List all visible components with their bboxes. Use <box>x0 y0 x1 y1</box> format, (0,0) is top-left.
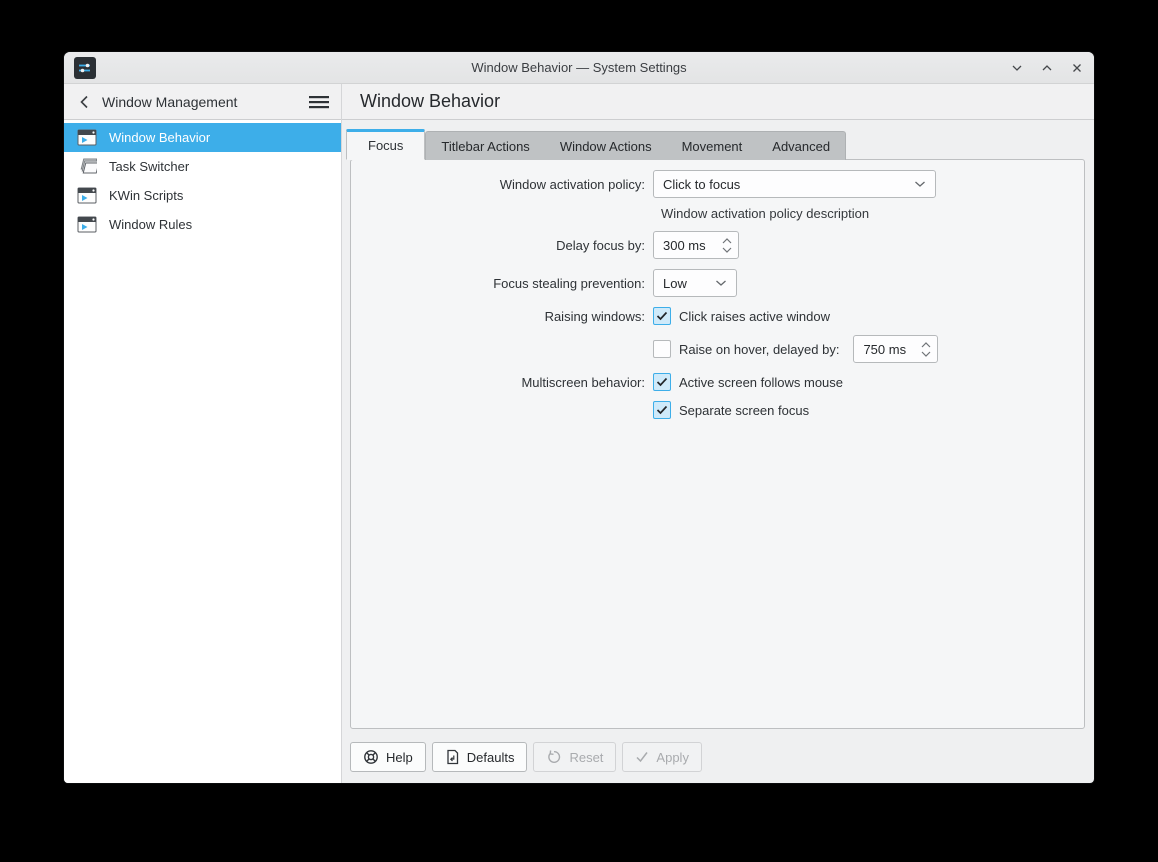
raise-on-hover-row: Raise on hover, delayed by: 750 ms <box>351 335 1084 363</box>
delay-focus-row: Delay focus by: 300 ms <box>351 231 1084 259</box>
tab-movement[interactable]: Movement <box>667 132 758 160</box>
window-rules-icon <box>77 216 97 233</box>
titlebar[interactable]: Window Behavior — System Settings <box>64 52 1094 84</box>
click-raises-label[interactable]: Click raises active window <box>679 309 830 324</box>
apply-icon <box>636 752 649 763</box>
spin-up-icon[interactable] <box>722 237 732 244</box>
sidebar-item-window-behavior[interactable]: Window Behavior <box>64 123 341 152</box>
focus-stealing-value: Low <box>663 275 687 291</box>
kwin-scripts-icon <box>77 187 97 204</box>
page-header: Window Behavior <box>342 84 1094 120</box>
sidebar-item-task-switcher[interactable]: Task Switcher <box>64 152 341 181</box>
raise-on-hover-checkbox[interactable] <box>653 340 671 358</box>
page-title: Window Behavior <box>360 91 501 111</box>
apply-button: Apply <box>622 742 702 772</box>
back-icon[interactable] <box>78 94 92 110</box>
focus-tab-content: Window activation policy: Click to focus <box>350 159 1085 729</box>
focus-stealing-row: Focus stealing prevention: Low <box>351 269 1084 297</box>
raise-on-hover-label[interactable]: Raise on hover, delayed by: <box>679 342 839 357</box>
sidebar-category-title: Window Management <box>102 93 238 110</box>
button-bar: Help Defaults Reset Apply <box>350 742 1082 772</box>
activation-policy-description: Window activation policy description <box>661 206 870 221</box>
chevron-down-icon <box>914 180 926 188</box>
window-behavior-icon <box>77 129 97 146</box>
system-settings-window: Window Behavior — System Settings Window… <box>64 52 1094 783</box>
inactive-tab-group: Titlebar Actions Window Actions Movement… <box>425 131 847 160</box>
separate-screen-focus-checkbox[interactable] <box>653 401 671 419</box>
task-switcher-icon <box>77 158 97 175</box>
sidebar: Window Management Window Behavior Task S… <box>64 84 342 783</box>
multiscreen-label: Multiscreen behavior: <box>521 374 645 390</box>
separate-screen-focus-label[interactable]: Separate screen focus <box>679 403 809 418</box>
spin-down-icon[interactable] <box>921 351 931 357</box>
spin-down-icon[interactable] <box>722 247 732 253</box>
focus-stealing-label: Focus stealing prevention: <box>493 275 645 291</box>
help-button[interactable]: Help <box>350 742 426 772</box>
help-icon <box>364 750 378 764</box>
click-raises-checkbox[interactable] <box>653 307 671 325</box>
window-title: Window Behavior — System Settings <box>471 60 687 75</box>
sidebar-item-kwin-scripts[interactable]: KWin Scripts <box>64 181 341 210</box>
sidebar-item-label: Task Switcher <box>109 159 190 174</box>
separate-screen-focus-row: Separate screen focus <box>351 401 1084 419</box>
sidebar-item-label: Window Behavior <box>109 130 211 145</box>
sidebar-item-label: Window Rules <box>109 217 193 232</box>
tab-focus[interactable]: Focus <box>346 129 426 160</box>
sidebar-item-window-rules[interactable]: Window Rules <box>64 210 341 239</box>
apply-button-label: Apply <box>656 749 689 765</box>
tab-titlebar-actions[interactable]: Titlebar Actions <box>426 132 544 160</box>
activation-policy-row: Window activation policy: Click to focus <box>351 170 1084 198</box>
minimize-icon[interactable] <box>1010 61 1024 75</box>
raise-on-hover-spinbox[interactable]: 750 ms <box>853 335 939 363</box>
active-screen-follows-mouse-checkbox[interactable] <box>653 373 671 391</box>
hamburger-menu-icon[interactable] <box>309 95 329 109</box>
activation-policy-value: Click to focus <box>663 176 741 192</box>
chevron-down-icon <box>715 279 727 287</box>
desktop-background: Window Behavior — System Settings Window… <box>0 0 1158 862</box>
defaults-button[interactable]: Defaults <box>431 742 528 772</box>
activation-policy-dropdown[interactable]: Click to focus <box>653 170 936 198</box>
close-icon[interactable] <box>1070 61 1084 75</box>
raising-windows-label: Raising windows: <box>544 308 645 324</box>
delay-focus-spinbox[interactable]: 300 ms <box>653 231 739 259</box>
tab-bar: Focus Titlebar Actions Window Actions Mo… <box>346 129 1082 160</box>
reset-button: Reset <box>533 742 617 772</box>
main-content: Focus Titlebar Actions Window Actions Mo… <box>342 120 1094 783</box>
reset-icon <box>548 750 561 763</box>
defaults-button-label: Defaults <box>466 749 515 765</box>
raising-windows-row: Raising windows: Click raises active win… <box>351 307 1084 325</box>
multiscreen-row: Multiscreen behavior: Active screen foll… <box>351 373 1084 391</box>
delay-focus-label: Delay focus by: <box>556 237 645 253</box>
focus-stealing-dropdown[interactable]: Low <box>653 269 737 297</box>
tab-window-actions[interactable]: Window Actions <box>545 132 667 160</box>
help-button-label: Help <box>386 749 413 765</box>
system-settings-app-icon <box>74 56 96 79</box>
tab-advanced[interactable]: Advanced <box>757 132 845 160</box>
sidebar-item-label: KWin Scripts <box>109 188 184 203</box>
raise-on-hover-value: 750 ms <box>863 341 907 357</box>
activation-policy-label: Window activation policy: <box>499 176 645 192</box>
delay-focus-value: 300 ms <box>663 237 706 253</box>
spin-up-icon[interactable] <box>921 341 931 348</box>
sidebar-header: Window Management <box>64 84 341 120</box>
active-screen-follows-mouse-label[interactable]: Active screen follows mouse <box>679 375 843 390</box>
reset-button-label: Reset <box>569 749 604 765</box>
sidebar-list: Window Behavior Task Switcher KWin Scrip… <box>64 120 341 239</box>
defaults-icon <box>447 749 458 765</box>
maximize-icon[interactable] <box>1040 61 1054 75</box>
main-panel: Window Behavior Focus Titlebar Actions W… <box>342 84 1094 783</box>
